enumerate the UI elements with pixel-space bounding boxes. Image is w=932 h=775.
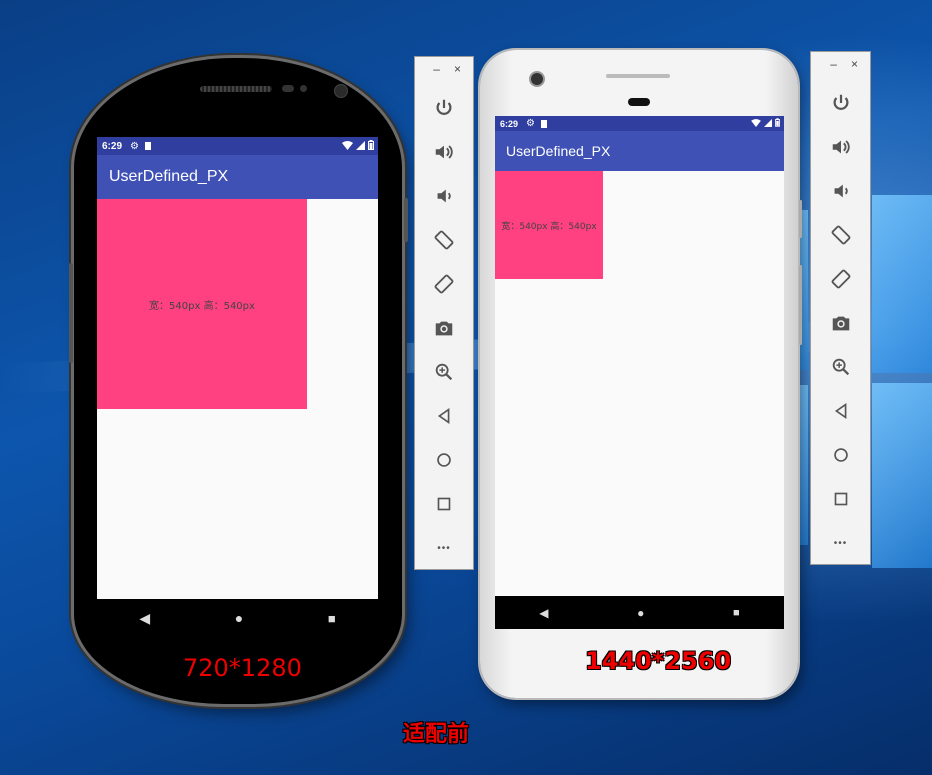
home-icon[interactable]: [427, 443, 461, 477]
rotate-right-icon[interactable]: [824, 262, 858, 296]
resolution-label-left: 720*1280: [183, 654, 302, 682]
box-dimension-text: 宽：540px 高：540px: [501, 221, 597, 232]
close-icon[interactable]: ×: [454, 62, 461, 76]
back-icon[interactable]: ◀: [539, 606, 548, 620]
more-icon[interactable]: •••: [427, 531, 461, 565]
sized-box: 宽：540px 高：540px: [495, 171, 603, 279]
overview-icon[interactable]: [427, 487, 461, 521]
windows-logo-pane: [872, 195, 932, 373]
emulator-toolbar-right: – × •••: [810, 51, 871, 565]
sd-card-icon: [144, 142, 151, 150]
volume-up-icon[interactable]: [427, 135, 461, 169]
camera-icon[interactable]: [427, 311, 461, 345]
sized-box: 宽：540px 高：540px: [97, 199, 307, 409]
sensor-pill: [628, 98, 650, 106]
sd-card-icon: [540, 119, 547, 128]
signal-icon: [764, 118, 772, 127]
phone-screen: 6:29 ⚙ UserDefined_PX 宽：540px 高：540px: [495, 116, 784, 596]
close-icon[interactable]: ×: [851, 57, 858, 71]
earpiece-speaker: [606, 74, 670, 78]
back-icon[interactable]: ◀: [139, 610, 150, 627]
status-bar: 6:29 ⚙: [495, 116, 784, 131]
toolbar-window-controls: – ×: [811, 52, 870, 76]
status-bar: 6:29 ⚙: [97, 137, 378, 155]
wifi-icon: [751, 118, 761, 127]
power-icon[interactable]: [824, 86, 858, 120]
zoom-icon[interactable]: [824, 350, 858, 384]
front-camera: [334, 84, 348, 98]
wifi-icon: [342, 140, 353, 150]
caption-before-adaptation: 适配前: [403, 722, 470, 747]
status-icons: [342, 140, 374, 150]
more-icon[interactable]: •••: [824, 526, 858, 560]
volume-button: [69, 263, 73, 363]
front-camera: [529, 71, 545, 87]
power-icon[interactable]: [427, 91, 461, 125]
volume-button: [799, 265, 802, 345]
resolution-label-right: 1440*2560: [585, 647, 732, 675]
minimize-icon[interactable]: –: [433, 62, 440, 76]
rotate-right-icon[interactable]: [427, 267, 461, 301]
zoom-icon[interactable]: [427, 355, 461, 389]
home-icon[interactable]: ●: [637, 606, 644, 620]
app-title: UserDefined_PX: [506, 143, 611, 159]
back-icon[interactable]: [824, 394, 858, 428]
signal-icon: [356, 140, 365, 150]
rotate-left-icon[interactable]: [824, 218, 858, 252]
minimize-icon[interactable]: –: [830, 57, 837, 71]
camera-icon[interactable]: [824, 306, 858, 340]
volume-down-icon[interactable]: [427, 179, 461, 213]
volume-up-icon[interactable]: [824, 130, 858, 164]
status-time: 6:29: [500, 118, 519, 129]
battery-icon: [368, 140, 374, 150]
emulator-toolbar-left: – × •••: [414, 56, 474, 570]
gear-icon: ⚙: [526, 118, 535, 129]
windows-logo-pane: [872, 383, 932, 568]
rotate-left-icon[interactable]: [427, 223, 461, 257]
phone-screen: 6:29 ⚙ UserDefined_PX 宽：540px 高：540px: [97, 137, 378, 599]
box-dimension-text: 宽：540px 高：540px: [149, 300, 255, 312]
app-title: UserDefined_PX: [109, 168, 229, 185]
power-button: [799, 200, 802, 238]
status-time: 6:29: [102, 140, 123, 152]
toolbar-window-controls: – ×: [415, 57, 473, 81]
proximity-sensor: [282, 85, 294, 92]
recents-icon[interactable]: ■: [733, 607, 740, 619]
home-icon[interactable]: ●: [235, 610, 243, 626]
phone-1440x2560: 6:29 ⚙ UserDefined_PX 宽：540px 高：540px ◀ …: [480, 50, 802, 698]
volume-down-icon[interactable]: [824, 174, 858, 208]
status-icons: [751, 118, 780, 127]
phone-720x1280: 6:29 ⚙ UserDefined_PX 宽：540px 高：540px ◀ …: [69, 58, 408, 704]
power-button: [404, 198, 408, 242]
battery-icon: [775, 118, 780, 127]
light-sensor: [300, 85, 307, 92]
home-icon[interactable]: [824, 438, 858, 472]
back-icon[interactable]: [427, 399, 461, 433]
gear-icon: ⚙: [130, 140, 139, 152]
recents-icon[interactable]: ■: [328, 611, 336, 626]
navigation-bar: ◀ ● ■: [495, 596, 784, 629]
navigation-bar: ◀ ● ■: [97, 603, 378, 633]
overview-icon[interactable]: [824, 482, 858, 516]
app-bar: UserDefined_PX: [495, 131, 784, 171]
earpiece-speaker: [200, 86, 272, 92]
windows-logo-pane: [800, 385, 808, 545]
app-bar: UserDefined_PX: [97, 155, 378, 199]
